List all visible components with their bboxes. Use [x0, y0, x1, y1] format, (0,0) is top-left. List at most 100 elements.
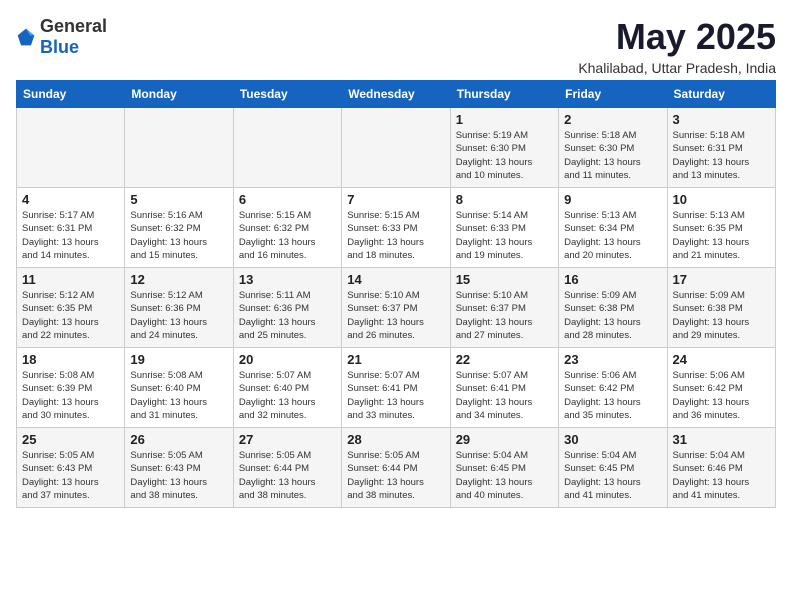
day-number: 21 — [347, 352, 444, 367]
day-info: Sunrise: 5:18 AM Sunset: 6:31 PM Dayligh… — [673, 129, 770, 182]
calendar-day-cell: 15Sunrise: 5:10 AM Sunset: 6:37 PM Dayli… — [450, 268, 558, 348]
day-info: Sunrise: 5:08 AM Sunset: 6:39 PM Dayligh… — [22, 369, 119, 422]
day-number: 1 — [456, 112, 553, 127]
day-info: Sunrise: 5:10 AM Sunset: 6:37 PM Dayligh… — [347, 289, 444, 342]
day-info: Sunrise: 5:19 AM Sunset: 6:30 PM Dayligh… — [456, 129, 553, 182]
calendar-day-cell: 24 Sunrise: 5:06 AM Sunset: 6:42 PM Dayli… — [667, 348, 775, 428]
day-number: 20 — [239, 352, 336, 367]
day-number: 29 — [456, 432, 553, 447]
day-info: Sunrise: 5:13 AM Sunset: 6:34 PM Dayligh… — [564, 209, 661, 262]
calendar-week-row: 18Sunrise: 5:08 AM Sunset: 6:39 PM Dayli… — [17, 348, 776, 428]
calendar-day-cell: 19Sunrise: 5:08 AM Sunset: 6:40 PM Dayli… — [125, 348, 233, 428]
calendar-day-cell: 11 Sunrise: 5:12 AM Sunset: 6:35 PM Dayli… — [17, 268, 125, 348]
calendar-day-cell — [342, 108, 450, 188]
logo-general-text: General — [40, 16, 107, 36]
day-info: Sunrise: 5:04 AM Sunset: 6:46 PM Dayligh… — [673, 449, 770, 502]
weekday-header-cell: Friday — [559, 81, 667, 108]
day-info: Sunrise: 5:04 AM Sunset: 6:45 PM Dayligh… — [564, 449, 661, 502]
day-number: 30 — [564, 432, 661, 447]
day-info: Sunrise: 5:04 AM Sunset: 6:45 PM Dayligh… — [456, 449, 553, 502]
logo: General Blue — [16, 16, 107, 58]
day-number: 24 — [673, 352, 770, 367]
day-number: 23 — [564, 352, 661, 367]
calendar-day-cell: 1 Sunrise: 5:19 AM Sunset: 6:30 PM Daylig… — [450, 108, 558, 188]
day-number: 26 — [130, 432, 227, 447]
calendar-day-cell: 6 Sunrise: 5:15 AM Sunset: 6:32 PM Daylig… — [233, 188, 341, 268]
day-info: Sunrise: 5:14 AM Sunset: 6:33 PM Dayligh… — [456, 209, 553, 262]
calendar-day-cell: 26 Sunrise: 5:05 AM Sunset: 6:43 PM Dayli… — [125, 428, 233, 508]
day-info: Sunrise: 5:08 AM Sunset: 6:40 PM Dayligh… — [130, 369, 227, 422]
calendar-day-cell: 16Sunrise: 5:09 AM Sunset: 6:38 PM Dayli… — [559, 268, 667, 348]
weekday-header-cell: Thursday — [450, 81, 558, 108]
weekday-header-cell: Sunday — [17, 81, 125, 108]
day-number: 25 — [22, 432, 119, 447]
calendar-title: May 2025 — [578, 16, 776, 58]
day-info: Sunrise: 5:07 AM Sunset: 6:40 PM Dayligh… — [239, 369, 336, 422]
calendar-day-cell: 9 Sunrise: 5:13 AM Sunset: 6:34 PM Daylig… — [559, 188, 667, 268]
day-number: 14 — [347, 272, 444, 287]
title-block: May 2025 Khalilabad, Uttar Pradesh, Indi… — [578, 16, 776, 76]
day-info: Sunrise: 5:18 AM Sunset: 6:30 PM Dayligh… — [564, 129, 661, 182]
day-number: 2 — [564, 112, 661, 127]
day-number: 28 — [347, 432, 444, 447]
day-info: Sunrise: 5:09 AM Sunset: 6:38 PM Dayligh… — [564, 289, 661, 342]
calendar-day-cell: 10Sunrise: 5:13 AM Sunset: 6:35 PM Dayli… — [667, 188, 775, 268]
day-number: 5 — [130, 192, 227, 207]
calendar-day-cell: 25 Sunrise: 5:05 AM Sunset: 6:43 PM Dayli… — [17, 428, 125, 508]
calendar-day-cell: 20 Sunrise: 5:07 AM Sunset: 6:40 PM Dayli… — [233, 348, 341, 428]
day-info: Sunrise: 5:05 AM Sunset: 6:43 PM Dayligh… — [22, 449, 119, 502]
day-info: Sunrise: 5:05 AM Sunset: 6:44 PM Dayligh… — [347, 449, 444, 502]
calendar-week-row: 4 Sunrise: 5:17 AM Sunset: 6:31 PM Daylig… — [17, 188, 776, 268]
calendar-day-cell: 5Sunrise: 5:16 AM Sunset: 6:32 PM Daylig… — [125, 188, 233, 268]
day-info: Sunrise: 5:06 AM Sunset: 6:42 PM Dayligh… — [564, 369, 661, 422]
day-number: 8 — [456, 192, 553, 207]
day-number: 31 — [673, 432, 770, 447]
weekday-header-cell: Monday — [125, 81, 233, 108]
day-number: 11 — [22, 272, 119, 287]
calendar-day-cell: 17Sunrise: 5:09 AM Sunset: 6:38 PM Dayli… — [667, 268, 775, 348]
calendar-day-cell: 12 Sunrise: 5:12 AM Sunset: 6:36 PM Dayli… — [125, 268, 233, 348]
day-number: 9 — [564, 192, 661, 207]
day-info: Sunrise: 5:12 AM Sunset: 6:35 PM Dayligh… — [22, 289, 119, 342]
day-number: 4 — [22, 192, 119, 207]
calendar-day-cell: 23 Sunrise: 5:06 AM Sunset: 6:42 PM Dayli… — [559, 348, 667, 428]
day-number: 13 — [239, 272, 336, 287]
calendar-day-cell: 3 Sunrise: 5:18 AM Sunset: 6:31 PM Daylig… — [667, 108, 775, 188]
weekday-header-cell: Tuesday — [233, 81, 341, 108]
calendar-day-cell — [17, 108, 125, 188]
day-number: 12 — [130, 272, 227, 287]
day-info: Sunrise: 5:05 AM Sunset: 6:44 PM Dayligh… — [239, 449, 336, 502]
calendar-day-cell: 2 Sunrise: 5:18 AM Sunset: 6:30 PM Daylig… — [559, 108, 667, 188]
weekday-header-cell: Saturday — [667, 81, 775, 108]
calendar-day-cell: 7Sunrise: 5:15 AM Sunset: 6:33 PM Daylig… — [342, 188, 450, 268]
calendar-day-cell: 31 Sunrise: 5:04 AM Sunset: 6:46 PM Dayli… — [667, 428, 775, 508]
logo-blue-text: Blue — [40, 37, 79, 57]
day-info: Sunrise: 5:06 AM Sunset: 6:42 PM Dayligh… — [673, 369, 770, 422]
day-info: Sunrise: 5:07 AM Sunset: 6:41 PM Dayligh… — [347, 369, 444, 422]
calendar-day-cell: 29 Sunrise: 5:04 AM Sunset: 6:45 PM Dayli… — [450, 428, 558, 508]
calendar-subtitle: Khalilabad, Uttar Pradesh, India — [578, 60, 776, 76]
calendar-day-cell: 4 Sunrise: 5:17 AM Sunset: 6:31 PM Daylig… — [17, 188, 125, 268]
page-header: General Blue May 2025 Khalilabad, Uttar … — [16, 16, 776, 76]
calendar-day-cell: 28 Sunrise: 5:05 AM Sunset: 6:44 PM Dayli… — [342, 428, 450, 508]
calendar-day-cell: 30 Sunrise: 5:04 AM Sunset: 6:45 PM Dayli… — [559, 428, 667, 508]
day-number: 6 — [239, 192, 336, 207]
day-info: Sunrise: 5:12 AM Sunset: 6:36 PM Dayligh… — [130, 289, 227, 342]
day-number: 22 — [456, 352, 553, 367]
calendar-body: 1 Sunrise: 5:19 AM Sunset: 6:30 PM Daylig… — [17, 108, 776, 508]
calendar-week-row: 25 Sunrise: 5:05 AM Sunset: 6:43 PM Dayli… — [17, 428, 776, 508]
calendar-day-cell: 21 Sunrise: 5:07 AM Sunset: 6:41 PM Dayli… — [342, 348, 450, 428]
day-info: Sunrise: 5:15 AM Sunset: 6:32 PM Dayligh… — [239, 209, 336, 262]
day-number: 17 — [673, 272, 770, 287]
day-info: Sunrise: 5:17 AM Sunset: 6:31 PM Dayligh… — [22, 209, 119, 262]
calendar-day-cell: 27 Sunrise: 5:05 AM Sunset: 6:44 PM Dayli… — [233, 428, 341, 508]
day-number: 7 — [347, 192, 444, 207]
logo-icon — [16, 27, 36, 47]
day-info: Sunrise: 5:10 AM Sunset: 6:37 PM Dayligh… — [456, 289, 553, 342]
calendar-day-cell: 14 Sunrise: 5:10 AM Sunset: 6:37 PM Dayli… — [342, 268, 450, 348]
calendar-table: SundayMondayTuesdayWednesdayThursdayFrid… — [16, 80, 776, 508]
day-number: 27 — [239, 432, 336, 447]
day-info: Sunrise: 5:05 AM Sunset: 6:43 PM Dayligh… — [130, 449, 227, 502]
calendar-day-cell — [233, 108, 341, 188]
day-number: 3 — [673, 112, 770, 127]
